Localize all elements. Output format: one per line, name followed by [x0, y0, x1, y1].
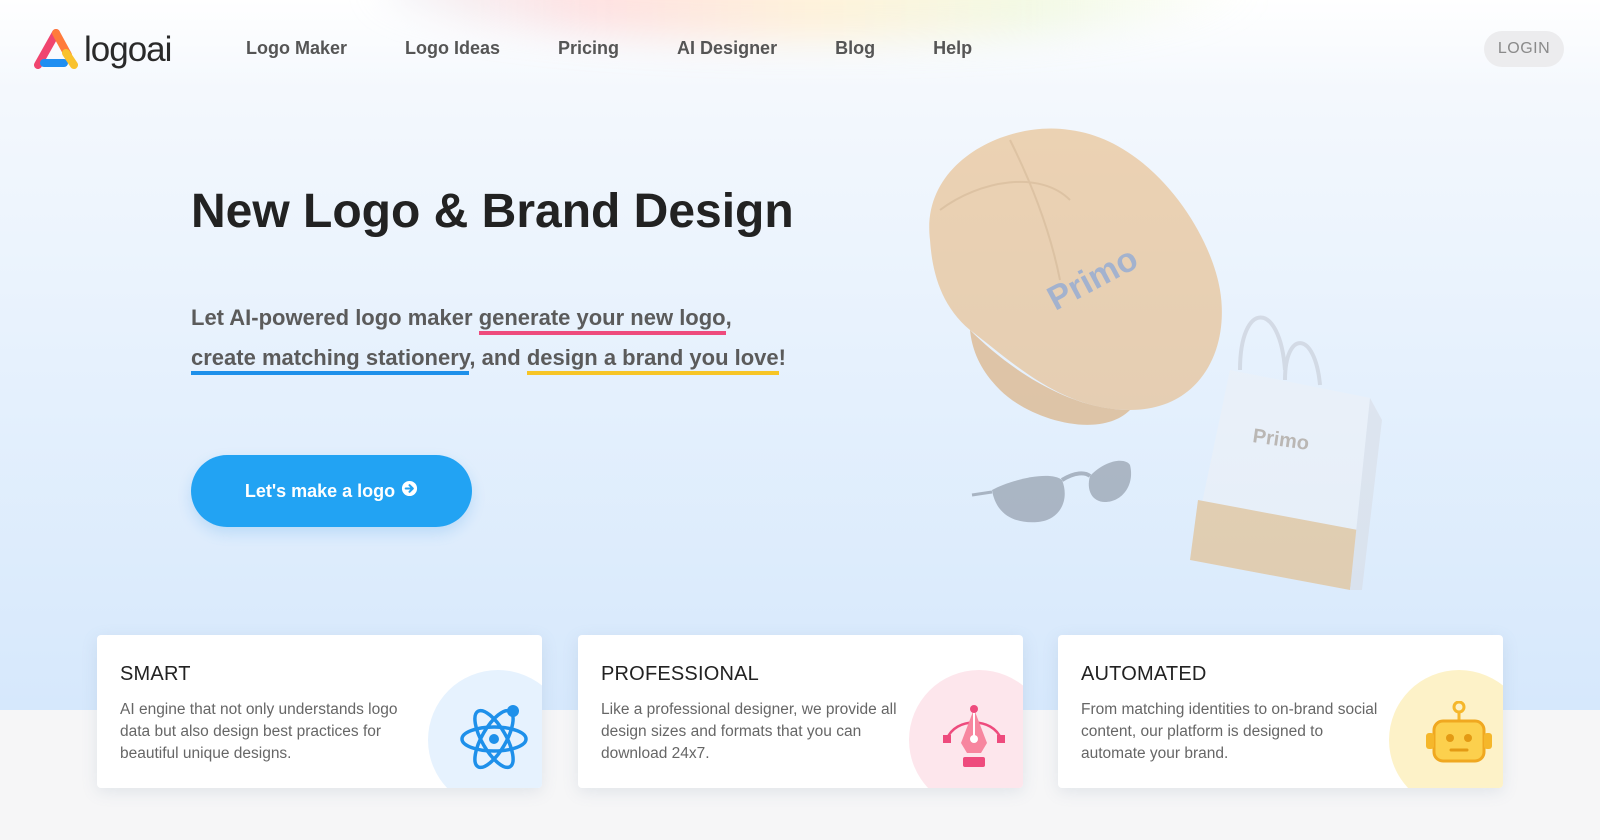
logo-mark-icon	[34, 29, 78, 69]
subtitle-text: Let AI-powered logo maker	[191, 305, 479, 330]
subtitle-text: ,	[725, 305, 732, 330]
feature-card-smart: SMART AI engine that not only understand…	[97, 635, 542, 788]
make-logo-label: Let's make a logo	[244, 480, 396, 501]
feature-title: AUTOMATED	[1081, 663, 1207, 685]
login-button[interactable]: LOGIN	[1484, 31, 1564, 67]
feature-card-professional: PROFESSIONAL Like a professional designe…	[578, 635, 1023, 788]
brand-logo[interactable]: logoai	[34, 26, 172, 70]
subtitle-highlight-generate: generate your new logo	[478, 305, 726, 335]
site-header: logoai Logo Maker Logo Ideas Pricing AI …	[0, 0, 1600, 96]
feature-card-automated: AUTOMATED From matching identities to on…	[1058, 635, 1503, 788]
hero-illustration: Primo Primo	[900, 120, 1420, 610]
robot-icon	[1422, 700, 1496, 772]
brand-name: logoai	[84, 30, 172, 69]
shopping-bag-image: Primo	[1190, 315, 1382, 590]
main-nav: Logo Maker Logo Ideas Pricing AI Designe…	[246, 38, 1030, 59]
atom-icon	[459, 701, 533, 776]
subtitle-highlight-brand: design a brand you love	[526, 345, 779, 375]
sunglasses-image	[971, 460, 1132, 523]
feature-description: Like a professional designer, we provide…	[601, 701, 897, 762]
nav-pricing[interactable]: Pricing	[558, 38, 619, 59]
nav-logo-ideas[interactable]: Logo Ideas	[405, 38, 500, 59]
hero-subtitle: Let AI-powered logo maker generate your …	[191, 298, 871, 378]
pen-tool-icon	[941, 703, 1007, 778]
nav-help[interactable]: Help	[933, 38, 972, 59]
cap-image: Primo	[929, 128, 1222, 425]
nav-logo-maker[interactable]: Logo Maker	[246, 38, 347, 59]
subtitle-highlight-stationery: create matching stationery	[191, 345, 470, 375]
subtitle-text: , and	[469, 345, 527, 370]
feature-title: SMART	[120, 663, 191, 685]
subtitle-text: !	[778, 345, 786, 370]
feature-description: From matching identities to on-brand soc…	[1081, 701, 1378, 762]
feature-title: PROFESSIONAL	[601, 663, 759, 685]
make-logo-button[interactable]: Let's make a logo	[191, 455, 472, 527]
hero-title: New Logo & Brand Design	[191, 185, 794, 238]
nav-blog[interactable]: Blog	[835, 38, 875, 59]
arrow-circle-right-icon	[401, 480, 418, 502]
nav-ai-designer[interactable]: AI Designer	[677, 38, 777, 59]
feature-description: AI engine that not only understands logo…	[120, 701, 398, 762]
